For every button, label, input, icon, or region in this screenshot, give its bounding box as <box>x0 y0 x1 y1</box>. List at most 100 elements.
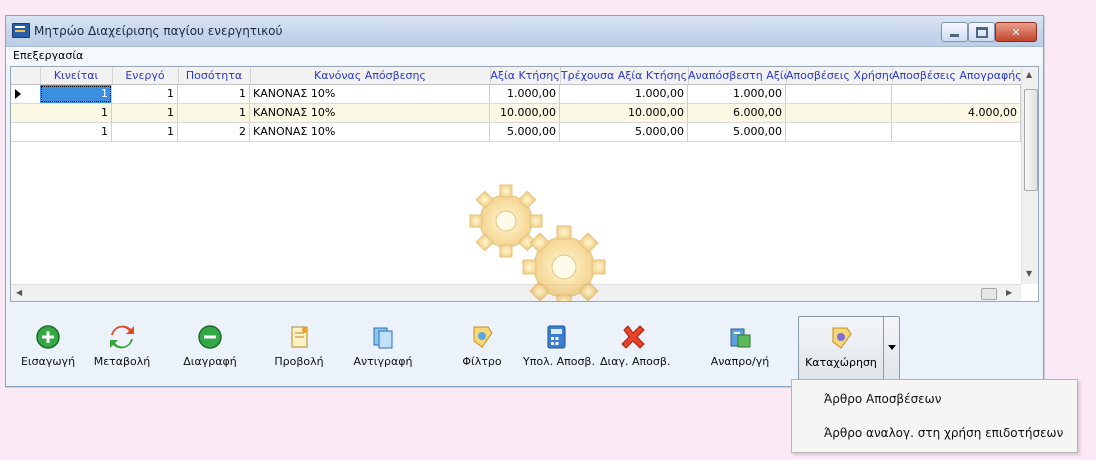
table-cell[interactable]: 1 <box>178 104 250 122</box>
post-entry-icon <box>827 324 855 352</box>
asset-grid[interactable]: Κινείται Ενεργό Ποσότητα Κανόνας Απόσβεσ… <box>10 66 1039 302</box>
close-icon: ✕ <box>1011 25 1021 39</box>
gears-watermark-icon <box>469 184 606 301</box>
table-cell[interactable]: 1.000,00 <box>688 85 786 103</box>
plus-circle-icon <box>34 323 62 351</box>
table-cell[interactable] <box>786 123 892 141</box>
table-row[interactable]: 1 1 1 ΚΑΝΟΝΑΣ 10% 10.000,00 10.000,00 6.000,00… <box>11 104 1021 123</box>
row-indicator[interactable] <box>11 85 40 103</box>
menu-edit[interactable]: Επεξεργασία <box>13 49 83 62</box>
post-entry-menu: Άρθρο Αποσβέσεων Άρθρο αναλογ. στη χρήση… <box>791 379 1078 453</box>
refresh-icon <box>108 323 136 351</box>
table-cell[interactable]: 1 <box>112 123 178 141</box>
table-cell[interactable] <box>786 85 892 103</box>
app-window: Μητρώο Διαχείρισης παγίου ενεργητικού ✕ … <box>5 15 1044 387</box>
scroll-up-icon[interactable]: ▲ <box>1026 70 1032 79</box>
table-cell[interactable]: 5.000,00 <box>688 123 786 141</box>
scroll-right-icon[interactable]: ▶ <box>1006 288 1012 297</box>
table-cell[interactable]: 1 <box>112 85 178 103</box>
delete-depreciation-button[interactable]: Διαγ. Αποσβ. <box>600 316 671 380</box>
table-cell[interactable]: 10.000,00 <box>560 104 688 122</box>
window-title: Μητρώο Διαχείρισης παγίου ενεργητικού <box>34 24 283 38</box>
view-button[interactable]: Προβολή <box>267 316 331 380</box>
insert-button[interactable]: Εισαγωγή <box>20 316 76 380</box>
delete-x-icon <box>619 323 647 351</box>
scroll-down-icon[interactable]: ▼ <box>1026 269 1032 278</box>
modify-button[interactable]: Μεταβολή <box>90 316 154 380</box>
table-cell[interactable]: 1 <box>40 104 112 122</box>
table-cell[interactable]: 1 <box>40 123 112 141</box>
table-cell[interactable]: 6.000,00 <box>688 104 786 122</box>
vertical-scroll-thumb[interactable] <box>1024 89 1038 191</box>
menu-bar: Επεξεργασία <box>6 47 1043 65</box>
table-cell[interactable] <box>892 123 1021 141</box>
post-entry-button[interactable]: Καταχώρηση <box>799 317 884 381</box>
revaluation-button-label: Αναπρο/γή <box>710 355 770 368</box>
delete-depreciation-label: Διαγ. Αποσβ. <box>600 355 671 368</box>
table-cell[interactable]: 2 <box>178 123 250 141</box>
table-cell[interactable]: 1.000,00 <box>560 85 688 103</box>
col-header-depreciation-rule[interactable]: Κανόνας Απόσβεσης <box>250 67 491 84</box>
table-cell[interactable]: 5.000,00 <box>560 123 688 141</box>
maximize-button[interactable] <box>968 22 995 42</box>
table-cell[interactable] <box>892 85 1021 103</box>
filter-button-label: Φίλτρο <box>462 355 502 368</box>
col-header-current-acquisition-value[interactable]: Τρέχουσα Αξία Κτήσης <box>560 67 689 84</box>
header-indicator <box>11 67 41 84</box>
col-header-active[interactable]: Ενεργό <box>112 67 179 84</box>
copy-icon <box>369 323 397 351</box>
col-header-undepreciated-value[interactable]: Αναπόσβεστη Αξία <box>688 67 787 84</box>
table-cell[interactable]: 5.000,00 <box>490 123 560 141</box>
post-entry-label: Καταχώρηση <box>805 356 877 369</box>
table-cell[interactable]: 1 <box>178 85 250 103</box>
horizontal-scroll-thumb[interactable] <box>981 288 997 300</box>
filter-button[interactable]: Φίλτρο <box>460 316 504 380</box>
minimize-button[interactable] <box>941 22 968 42</box>
current-row-icon <box>15 89 21 99</box>
grid-header: Κινείται Ενεργό Ποσότητα Κανόνας Απόσβεσ… <box>11 67 1022 85</box>
maximize-icon <box>975 26 988 38</box>
table-cell[interactable]: ΚΑΝΟΝΑΣ 10% <box>250 123 490 141</box>
col-header-inventory-depreciation[interactable]: Αποσβέσεις Απογραφής <box>892 67 1022 84</box>
chevron-down-icon <box>888 345 896 350</box>
table-row[interactable]: 1 1 2 ΚΑΝΟΝΑΣ 10% 5.000,00 5.000,00 5.000,00 <box>11 123 1021 142</box>
modify-button-label: Μεταβολή <box>93 355 151 368</box>
col-header-acquisition-value[interactable]: Αξία Κτήσης <box>490 67 561 84</box>
revaluation-button[interactable]: Αναπρο/γή <box>710 316 770 380</box>
minus-circle-icon <box>196 323 224 351</box>
scroll-left-icon[interactable]: ◀ <box>16 288 22 297</box>
revaluation-icon <box>726 323 754 351</box>
row-indicator[interactable] <box>11 123 40 141</box>
title-bar[interactable]: Μητρώο Διαχείρισης παγίου ενεργητικού ✕ <box>6 16 1043 47</box>
menu-item-depreciation-entry[interactable]: Άρθρο Αποσβέσεων <box>824 392 941 406</box>
post-entry-split-button[interactable]: Καταχώρηση <box>798 316 900 382</box>
close-button[interactable]: ✕ <box>995 22 1037 42</box>
col-header-moving[interactable]: Κινείται <box>40 67 113 84</box>
col-header-quantity[interactable]: Ποσότητα <box>178 67 251 84</box>
table-cell[interactable]: ΚΑΝΟΝΑΣ 10% <box>250 104 490 122</box>
copy-button[interactable]: Αντιγραφή <box>350 316 416 380</box>
table-cell[interactable]: 1 <box>40 85 112 103</box>
table-cell[interactable]: 10.000,00 <box>490 104 560 122</box>
vertical-scrollbar[interactable]: ▲ ▼ <box>1021 67 1038 284</box>
delete-button-label: Διαγραφή <box>183 355 237 368</box>
row-indicator[interactable] <box>11 104 40 122</box>
menu-item-subsidy-entry[interactable]: Άρθρο αναλογ. στη χρήση επιδοτήσεων <box>824 426 1063 440</box>
table-cell[interactable]: 4.000,00 <box>892 104 1021 122</box>
calculate-depreciation-label: Υπολ. Αποσβ. <box>523 355 595 368</box>
copy-button-label: Αντιγραφή <box>353 355 413 368</box>
insert-button-label: Εισαγωγή <box>20 355 76 368</box>
calculator-icon <box>542 323 570 351</box>
table-cell[interactable]: 1 <box>112 104 178 122</box>
table-cell[interactable] <box>786 104 892 122</box>
table-cell[interactable]: 1.000,00 <box>490 85 560 103</box>
table-row[interactable]: 1 1 1 ΚΑΝΟΝΑΣ 10% 1.000,00 1.000,00 1.000,00 <box>11 85 1021 104</box>
view-icon <box>285 323 313 351</box>
calculate-depreciation-button[interactable]: Υπολ. Αποσβ. <box>523 316 595 380</box>
minimize-icon <box>950 33 959 37</box>
delete-button[interactable]: Διαγραφή <box>178 316 242 380</box>
filter-icon <box>468 323 496 351</box>
table-cell[interactable]: ΚΑΝΟΝΑΣ 10% <box>250 85 490 103</box>
col-header-period-depreciation[interactable]: Αποσβέσεις Χρήσης <box>786 67 893 84</box>
post-entry-dropdown-toggle[interactable] <box>884 317 899 381</box>
